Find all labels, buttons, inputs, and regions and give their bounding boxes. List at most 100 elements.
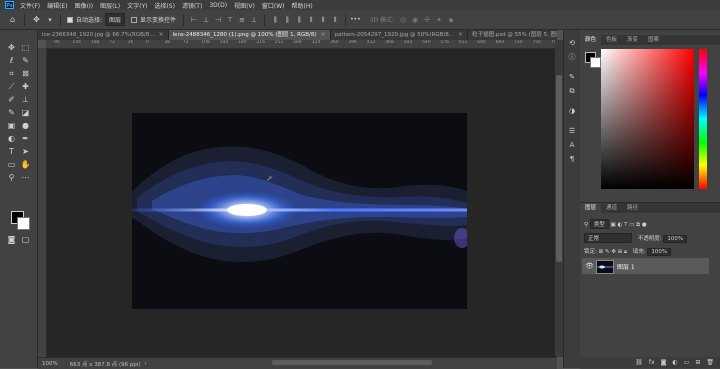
slide-3d-icon[interactable]: ✦ <box>435 16 443 24</box>
distribute-right-icon[interactable]: ⦀ <box>331 16 339 24</box>
tab-patterns[interactable]: 图案 <box>643 35 664 45</box>
delete-layer-icon[interactable]: 🗑︎ <box>706 359 714 366</box>
filter-pixel-icon[interactable]: ▣ <box>611 222 616 228</box>
background-color-swatch[interactable] <box>17 217 30 230</box>
layer-thumbnail[interactable] <box>596 260 614 274</box>
tab-swatches[interactable]: 色板 <box>601 35 622 45</box>
zoom-level[interactable]: 100% <box>42 361 58 367</box>
healing-brush-tool-icon[interactable]: ✚ <box>20 81 31 92</box>
lock-pixels-icon[interactable]: ✎ <box>605 249 610 255</box>
close-icon[interactable]: × <box>321 30 326 40</box>
align-middle-icon[interactable]: ≡ <box>238 16 246 24</box>
screen-mode-icon[interactable]: ▢ <box>20 234 31 245</box>
move-tool-icon[interactable]: ✥ <box>32 15 41 24</box>
distribute-center-icon[interactable]: ⦀ <box>319 16 327 24</box>
move-tool-icon[interactable]: ✥ <box>6 42 17 53</box>
new-layer-icon[interactable]: ⊞ <box>695 359 700 366</box>
menu-image[interactable]: 图像(I) <box>75 1 93 10</box>
info-icon[interactable]: ⓘ <box>567 52 577 62</box>
blur-tool-icon[interactable]: ● <box>20 120 31 131</box>
filter-type-icon[interactable]: T <box>624 222 627 228</box>
adjustment-layer-icon[interactable]: ◐ <box>672 359 677 366</box>
orbit-3d-icon[interactable]: ◎ <box>399 16 407 24</box>
menu-view[interactable]: 视图(V) <box>234 1 255 10</box>
tab-lens[interactable]: lens-2488346_1280 (1).png @ 100% (图层 1, … <box>168 30 331 40</box>
brush-tool-icon[interactable]: ✐ <box>6 94 17 105</box>
eraser-tool-icon[interactable]: ◪ <box>20 107 31 118</box>
crop-tool-icon[interactable]: ⌗ <box>6 68 17 79</box>
lasso-tool-icon[interactable]: ℓ <box>6 55 17 66</box>
roll-3d-icon[interactable]: ◉ <box>411 16 419 24</box>
menu-window[interactable]: 窗口(W) <box>262 1 285 10</box>
align-right-icon[interactable]: ⊣ <box>214 16 222 24</box>
lock-artboard-icon[interactable]: ⊞ <box>618 249 623 255</box>
fill-field[interactable]: 100% <box>647 248 672 256</box>
tab-color[interactable]: 颜色 <box>580 35 602 45</box>
properties-icon[interactable]: ☰ <box>567 126 577 136</box>
tab-particles[interactable]: 粒子插图.psd @ 55% (图层 5, 图层蒙版/...× <box>468 30 557 40</box>
quick-select-tool-icon[interactable]: ✎ <box>20 55 31 66</box>
hue-slider[interactable] <box>699 49 707 189</box>
tab-channels[interactable]: 通道 <box>601 203 622 213</box>
menu-select[interactable]: 选择(S) <box>154 1 175 10</box>
marquee-tool-icon[interactable]: ⬚ <box>20 42 31 53</box>
menu-filter[interactable]: 滤镜(T) <box>182 1 202 10</box>
hand-tool-icon[interactable]: ✋ <box>20 159 31 170</box>
auto-select-checkbox[interactable] <box>67 16 73 23</box>
gradient-tool-icon[interactable]: ▣ <box>6 120 17 131</box>
filter-toggle-icon[interactable]: ● <box>642 222 647 228</box>
glyphs-icon[interactable]: A <box>567 140 577 150</box>
filter-smart-icon[interactable]: ⧉ <box>636 222 640 228</box>
dodge-tool-icon[interactable]: ◐ <box>6 133 17 144</box>
adjustments-icon[interactable]: ⧉ <box>567 86 577 96</box>
tab-paths[interactable]: 路径 <box>622 203 643 213</box>
align-center-icon[interactable]: ⊥ <box>202 16 210 24</box>
panel-background-swatch[interactable] <box>590 57 601 68</box>
tab-ice[interactable]: ice-2366348_1920.jpg @ 66.7%(RGB/8... × <box>38 30 169 40</box>
menu-edit[interactable]: 编辑(E) <box>47 1 67 10</box>
path-select-tool-icon[interactable]: ➤ <box>20 146 31 157</box>
document-image[interactable] <box>132 113 467 309</box>
status-menu-arrow[interactable]: › <box>145 361 147 367</box>
paragraph-icon[interactable]: ¶ <box>567 154 577 164</box>
history-icon[interactable]: ⟲ <box>567 38 577 48</box>
drag-3d-icon[interactable]: ✣ <box>423 16 431 24</box>
clone-stamp-tool-icon[interactable]: ⊥ <box>20 94 31 105</box>
layer-name[interactable]: 图层 1 <box>617 262 635 271</box>
filter-shape-icon[interactable]: ▭ <box>629 222 634 228</box>
link-layers-icon[interactable]: ⛓ <box>635 359 643 366</box>
align-left-icon[interactable]: ⊢ <box>190 16 198 24</box>
add-mask-icon[interactable]: ◙ <box>661 359 667 366</box>
layer-style-icon[interactable]: fx <box>649 359 655 366</box>
menu-layer[interactable]: 图层(L) <box>100 1 120 10</box>
distribute-bottom-icon[interactable]: ⫼ <box>295 16 303 24</box>
lock-transparent-icon[interactable]: ⊠ <box>599 249 604 255</box>
vertical-scrollbar-thumb[interactable] <box>556 75 562 262</box>
color-picker-field[interactable] <box>601 49 694 189</box>
swatches-icon[interactable]: ◑ <box>567 106 577 116</box>
quick-mask-icon[interactable]: ◙ <box>6 234 17 245</box>
show-transform-checkbox[interactable] <box>131 16 138 23</box>
menu-file[interactable]: 文件(F) <box>20 1 40 10</box>
scale-3d-icon[interactable]: ▪ <box>447 16 455 24</box>
opacity-field[interactable]: 100% <box>663 235 688 243</box>
lock-position-icon[interactable]: ✥ <box>611 249 616 255</box>
lock-all-icon[interactable]: 🔒︎ <box>624 249 627 255</box>
pen-tool-icon[interactable]: ✒ <box>20 133 31 144</box>
align-top-icon[interactable]: ⊤ <box>226 16 234 24</box>
zoom-tool-icon[interactable]: ⚲ <box>6 172 17 183</box>
home-icon[interactable]: ⌂ <box>8 15 17 24</box>
more-options-button[interactable]: ••• <box>350 16 361 23</box>
distribute-middle-icon[interactable]: ⫼ <box>283 16 291 24</box>
type-tool-icon[interactable]: T <box>6 146 17 157</box>
menu-3d[interactable]: 3D(D) <box>209 2 227 9</box>
shape-tool-icon[interactable]: ▭ <box>6 159 17 170</box>
more-tools-icon[interactable]: ⋯ <box>20 172 31 183</box>
horizontal-scrollbar-thumb[interactable] <box>272 360 432 365</box>
menu-help[interactable]: 帮助(H) <box>292 1 313 10</box>
new-group-icon[interactable]: ▭ <box>684 359 690 366</box>
brush-settings-icon[interactable]: ✎ <box>567 72 577 82</box>
tab-pattern[interactable]: pattern-2054297_1920.jpg @ 50%(RGB/8... × <box>330 30 469 40</box>
history-brush-tool-icon[interactable]: ✎ <box>6 107 17 118</box>
layer-kind-filter[interactable]: 类型 <box>589 219 609 229</box>
